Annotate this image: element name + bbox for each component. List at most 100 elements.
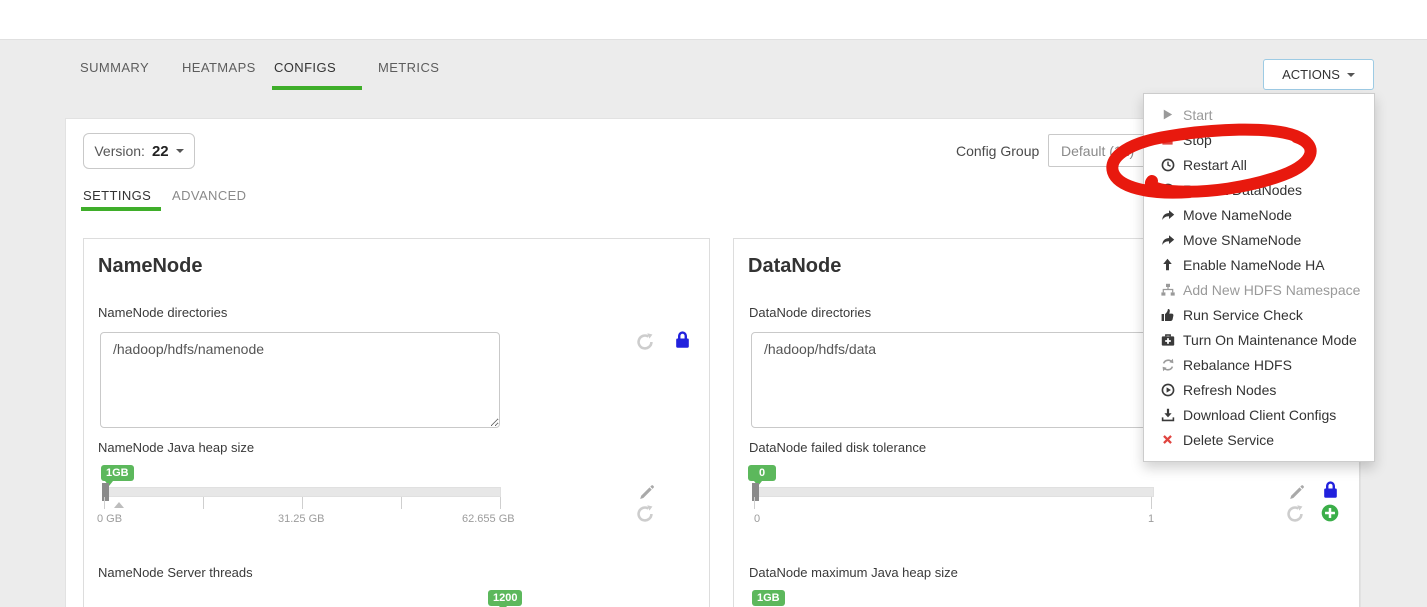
lock-icon[interactable] <box>672 330 692 350</box>
menu-item-label: Move NameNode <box>1183 207 1292 223</box>
tab-heatmaps[interactable]: HEATMAPS <box>182 60 256 90</box>
menu-item-label: Restart DataNodes <box>1183 182 1302 198</box>
move-icon <box>1161 208 1180 222</box>
topbar <box>0 0 1427 40</box>
menu-item-move-namenode[interactable]: Move NameNode <box>1144 202 1374 227</box>
menu-item-run-service-check[interactable]: Run Service Check <box>1144 302 1374 327</box>
slider-tick <box>500 497 501 509</box>
slider-tick <box>401 497 402 509</box>
namenode-threads-label: NameNode Server threads <box>98 565 253 580</box>
active-tab-underline <box>272 86 362 90</box>
slider-tick <box>104 497 105 509</box>
add-property-icon[interactable] <box>1320 503 1340 523</box>
slider-tick-label: 0 GB <box>97 513 122 525</box>
undo-icon[interactable] <box>1285 504 1305 524</box>
slider-tick <box>754 497 755 509</box>
datanode-directories-textarea[interactable]: /hadoop/hdfs/data <box>751 332 1154 428</box>
namenode-panel: NameNode NameNode directories /hadoop/hd… <box>83 238 710 607</box>
datanode-tolerance-slider-track[interactable] <box>754 487 1154 497</box>
edit-pencil-icon[interactable] <box>636 482 656 502</box>
caret-down-icon <box>1347 73 1355 77</box>
play-circle-icon <box>1161 383 1180 397</box>
menu-item-start[interactable]: Start <box>1144 102 1374 127</box>
config-group-value: Default (12) <box>1061 143 1134 159</box>
menu-item-label: Restart All <box>1183 157 1247 173</box>
undo-icon[interactable] <box>635 332 655 352</box>
datanode-panel-title: DataNode <box>748 255 841 278</box>
menu-item-label: Rebalance HDFS <box>1183 357 1292 373</box>
slider-default-marker <box>114 502 124 508</box>
datanode-max-heap-value-badge: 1GB <box>752 590 785 606</box>
tab-summary[interactable]: SUMMARY <box>80 60 149 90</box>
menu-item-enable-namenode-ha[interactable]: Enable NameNode HA <box>1144 252 1374 277</box>
datanode-tolerance-label: DataNode failed disk tolerance <box>749 440 926 455</box>
menu-item-label: Stop <box>1183 132 1212 148</box>
download-icon <box>1161 408 1180 422</box>
menu-item-restart-datanodes[interactable]: Restart DataNodes <box>1144 177 1374 202</box>
menu-item-label: Start <box>1183 107 1213 123</box>
slider-tick-label: 1 <box>1148 513 1154 525</box>
slider-tick-label: 62.655 GB <box>462 513 515 525</box>
menu-item-add-new-hdfs-namespace[interactable]: Add New HDFS Namespace <box>1144 277 1374 302</box>
clock-icon <box>1161 158 1180 172</box>
undo-icon[interactable] <box>635 504 655 524</box>
stop-icon <box>1161 133 1180 146</box>
ambari-hdfs-configs-screen: / Services / HDFS / Configs tpch 0 <box>0 0 1427 607</box>
clock-icon <box>1161 183 1180 197</box>
menu-item-download-client-configs[interactable]: Download Client Configs <box>1144 402 1374 427</box>
datanode-max-heap-label: DataNode maximum Java heap size <box>749 565 958 580</box>
slider-tick <box>1151 497 1152 509</box>
menu-item-rebalance-hdfs[interactable]: Rebalance HDFS <box>1144 352 1374 377</box>
config-group-label: Config Group <box>956 143 1039 159</box>
version-label: Version: <box>94 143 145 159</box>
slider-tick <box>203 497 204 509</box>
tab-metrics[interactable]: METRICS <box>378 60 439 90</box>
menu-item-turn-on-maintenance-mode[interactable]: Turn On Maintenance Mode <box>1144 327 1374 352</box>
menu-item-label: Run Service Check <box>1183 307 1303 323</box>
menu-item-restart-all[interactable]: Restart All <box>1144 152 1374 177</box>
menu-item-label: Move SNameNode <box>1183 232 1301 248</box>
menu-item-label: Download Client Configs <box>1183 407 1336 423</box>
menu-item-label: Add New HDFS Namespace <box>1183 282 1360 298</box>
tab-settings[interactable]: SETTINGS <box>83 188 151 203</box>
menu-item-stop[interactable]: Stop <box>1144 127 1374 152</box>
delete-x-icon <box>1161 433 1180 446</box>
arrow-up-icon <box>1161 258 1180 271</box>
menu-item-refresh-nodes[interactable]: Refresh Nodes <box>1144 377 1374 402</box>
move-icon <box>1161 233 1180 247</box>
active-subtab-underline <box>81 207 161 211</box>
tab-advanced[interactable]: ADVANCED <box>172 188 246 203</box>
lock-icon[interactable] <box>1320 480 1340 500</box>
datanode-tolerance-value-badge: 0 <box>748 465 776 481</box>
namenode-directories-label: NameNode directories <box>98 305 227 320</box>
namenode-directories-textarea[interactable]: /hadoop/hdfs/namenode <box>100 332 500 428</box>
slider-tick <box>302 497 303 509</box>
actions-dropdown-menu: Start Stop Restart All Restart DataNodes… <box>1143 93 1375 462</box>
actions-button[interactable]: ACTIONS <box>1263 59 1374 90</box>
namenode-heap-label: NameNode Java heap size <box>98 440 254 455</box>
caret-down-icon <box>176 149 184 153</box>
edit-pencil-icon[interactable] <box>1286 482 1306 502</box>
sitemap-icon <box>1161 283 1180 297</box>
config-group-select[interactable]: Default (12) <box>1048 134 1154 167</box>
menu-item-move-snamenode[interactable]: Move SNameNode <box>1144 227 1374 252</box>
menu-item-label: Enable NameNode HA <box>1183 257 1325 273</box>
sync-icon <box>1161 358 1180 372</box>
menu-item-label: Turn On Maintenance Mode <box>1183 332 1357 348</box>
namenode-threads-value-badge: 1200 <box>488 590 522 606</box>
actions-button-label: ACTIONS <box>1282 67 1340 82</box>
namenode-panel-title: NameNode <box>98 255 202 278</box>
play-icon <box>1161 108 1180 121</box>
namenode-heap-slider-track[interactable] <box>104 487 501 497</box>
slider-tick-label: 0 <box>754 513 760 525</box>
menu-item-label: Refresh Nodes <box>1183 382 1276 398</box>
menu-item-delete-service[interactable]: Delete Service <box>1144 427 1374 452</box>
medkit-icon <box>1161 333 1180 347</box>
namenode-heap-value-badge: 1GB <box>101 465 134 481</box>
version-value: 22 <box>152 143 169 160</box>
version-selector-button[interactable]: Version: 22 <box>83 133 195 169</box>
datanode-directories-label: DataNode directories <box>749 305 871 320</box>
thumbs-up-icon <box>1161 308 1180 322</box>
slider-tick-label: 31.25 GB <box>278 513 324 525</box>
menu-item-label: Delete Service <box>1183 432 1274 448</box>
